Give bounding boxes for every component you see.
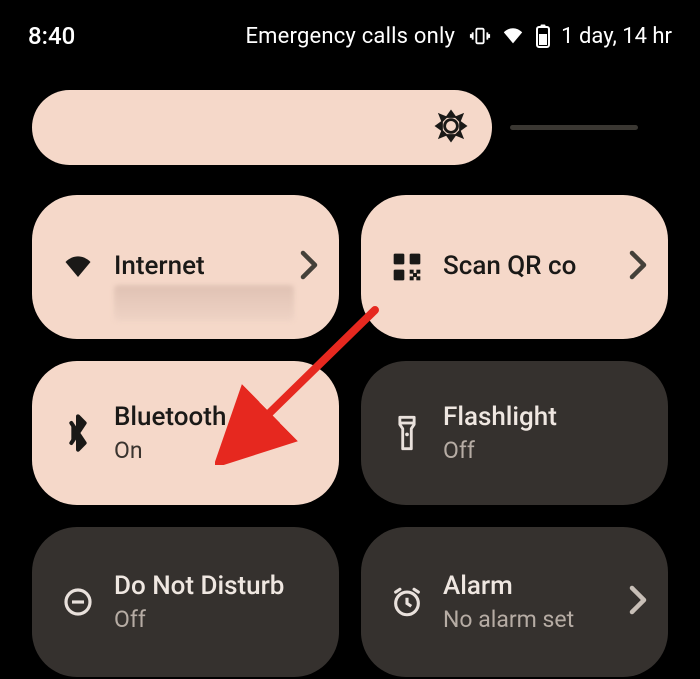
tile-flashlight[interactable]: Flashlight Off xyxy=(361,361,668,505)
status-time: 8:40 xyxy=(28,22,75,50)
brightness-slider[interactable] xyxy=(32,90,492,165)
tile-alarm[interactable]: Alarm No alarm set xyxy=(361,527,668,677)
chevron-right-icon[interactable] xyxy=(628,585,648,619)
tile-flashlight-subtitle: Off xyxy=(443,437,648,464)
chevron-right-icon[interactable] xyxy=(299,250,319,284)
status-emergency-text: Emergency calls only xyxy=(245,24,455,49)
qr-icon xyxy=(385,251,429,283)
tile-bluetooth-subtitle: On xyxy=(114,437,319,464)
tile-internet[interactable]: Internet xyxy=(32,195,339,339)
wifi-icon xyxy=(501,25,525,47)
wifi-icon xyxy=(56,252,100,282)
tile-dnd-title: Do Not Disturb xyxy=(114,571,319,602)
status-bar: 8:40 Emergency calls only 1 day, 14 hr xyxy=(0,0,700,60)
quick-tiles-grid-row3: Do Not Disturb Off Alarm No alarm set xyxy=(0,505,700,677)
tile-flashlight-title: Flashlight xyxy=(443,402,648,433)
tile-internet-title: Internet xyxy=(114,251,299,282)
brightness-row xyxy=(0,60,700,195)
bluetooth-icon xyxy=(56,413,100,453)
battery-icon xyxy=(535,24,551,48)
status-right-group: Emergency calls only 1 day, 14 hr xyxy=(245,24,672,49)
tile-scan-qr[interactable]: Scan QR co xyxy=(361,195,668,339)
alarm-icon xyxy=(385,585,429,619)
tile-dnd-subtitle: Off xyxy=(114,606,319,633)
vibrate-icon xyxy=(469,25,491,47)
chevron-right-icon[interactable] xyxy=(628,250,648,284)
flashlight-icon xyxy=(385,413,429,453)
tile-qr-title: Scan QR co xyxy=(443,251,628,282)
tile-bluetooth-title: Bluetooth xyxy=(114,402,319,433)
tile-dnd[interactable]: Do Not Disturb Off xyxy=(32,527,339,677)
brightness-icon xyxy=(434,109,468,147)
tile-bluetooth[interactable]: Bluetooth On xyxy=(32,361,339,505)
brightness-track[interactable] xyxy=(510,125,638,130)
dnd-icon xyxy=(56,586,100,618)
tile-alarm-subtitle: No alarm set xyxy=(443,606,628,633)
tile-alarm-title: Alarm xyxy=(443,571,628,602)
internet-ssid-redacted xyxy=(114,285,294,321)
quick-tiles-grid: Internet Scan QR co Bluetooth On xyxy=(0,195,700,505)
status-battery-text: 1 day, 14 hr xyxy=(561,24,672,49)
